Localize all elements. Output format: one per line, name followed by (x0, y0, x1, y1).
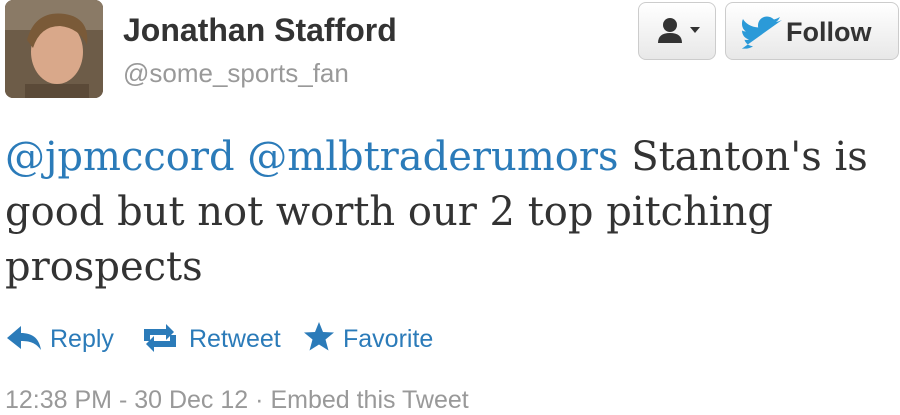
reply-button[interactable]: Reply (5, 318, 115, 358)
star-icon (304, 322, 334, 351)
retweet-icon (144, 324, 176, 352)
favorite-button[interactable]: Favorite (303, 318, 438, 358)
user-name[interactable]: Jonathan Stafford (123, 12, 397, 49)
meta-separator: · (255, 386, 264, 414)
tweet-text: @jpmccord @mlbtraderumors Stanton's is g… (5, 130, 885, 295)
avatar-image (5, 0, 103, 98)
mention-link[interactable]: @mlbtraderumors (247, 134, 618, 180)
tweet-timestamp[interactable]: 12:38 PM - 30 Dec 12 (5, 386, 248, 414)
retweet-button[interactable]: Retweet (140, 318, 290, 358)
follow-button-label: Follow (786, 17, 872, 47)
follow-button[interactable]: Follow (725, 2, 899, 60)
user-handle[interactable]: @some_sports_fan (123, 58, 349, 89)
user-dropdown-icon (658, 18, 700, 43)
user-actions-button[interactable] (638, 2, 716, 60)
avatar[interactable] (5, 0, 103, 98)
mention-link[interactable]: @jpmccord (5, 134, 235, 180)
tweet-meta: 12:38 PM - 30 Dec 12 · Embed this Tweet (5, 386, 469, 415)
reply-icon (7, 326, 41, 350)
embed-tweet-link[interactable]: Embed this Tweet (270, 386, 468, 414)
twitter-bird-icon (742, 16, 782, 49)
retweet-label: Retweet (189, 325, 281, 353)
favorite-label: Favorite (343, 325, 434, 353)
reply-label: Reply (50, 325, 114, 353)
